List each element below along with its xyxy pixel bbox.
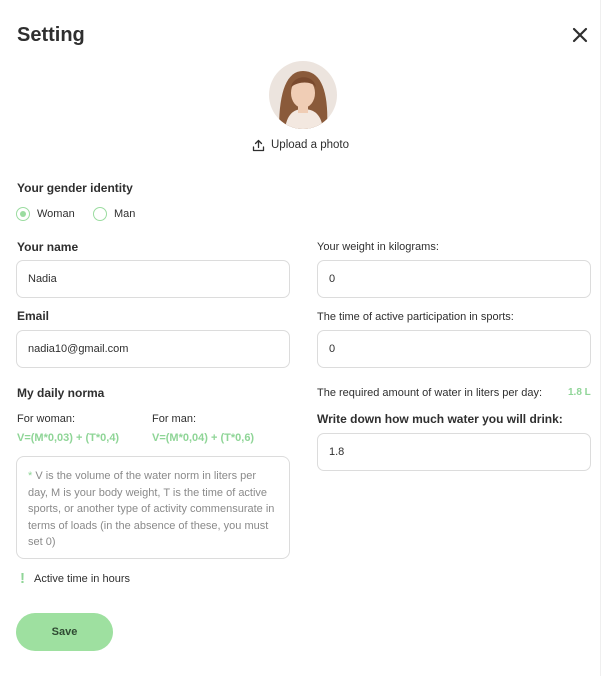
woman-formula-caption: For woman: [17, 413, 76, 425]
drink-label: Write down how much water you will drink… [317, 412, 563, 426]
man-formula: V=(M*0,04) + (T*0,6) [152, 432, 255, 444]
email-label: Email [17, 309, 50, 323]
sport-time-field[interactable] [317, 330, 591, 368]
scrollbar-track[interactable] [600, 0, 601, 676]
sport-time-label: The time of active participation in spor… [317, 311, 514, 323]
radio-woman[interactable]: Woman [16, 207, 75, 221]
name-label: Your name [17, 240, 79, 254]
note-asterisk: * [28, 470, 33, 482]
radio-man[interactable]: Man [93, 207, 135, 221]
woman-formula: V=(M*0,03) + (T*0,4) [17, 432, 120, 444]
note-text: V is the volume of the water norm in lit… [28, 470, 275, 548]
exclamation-icon: ! [20, 570, 25, 587]
required-water-value: 1.8 L [568, 387, 591, 398]
name-field[interactable] [16, 260, 290, 298]
weight-field[interactable] [317, 260, 591, 298]
email-field[interactable] [16, 330, 290, 368]
upload-photo-button[interactable]: Upload a photo [252, 136, 349, 154]
daily-norma-label: My daily norma [17, 386, 105, 400]
active-time-hint: ! Active time in hours [20, 570, 130, 587]
close-icon[interactable] [570, 25, 590, 45]
radio-woman-label: Woman [37, 208, 75, 220]
avatar [269, 61, 337, 129]
weight-label: Your weight in kilograms: [317, 241, 439, 253]
hint-text: Active time in hours [34, 572, 130, 585]
drink-field[interactable] [317, 433, 591, 471]
radio-man-label: Man [114, 208, 136, 220]
save-button[interactable]: Save [16, 613, 113, 651]
radio-woman-indicator[interactable] [16, 207, 30, 221]
radio-man-indicator[interactable] [93, 207, 107, 221]
gender-label: Your gender identity [17, 181, 133, 195]
required-water-label: The required amount of water in liters p… [317, 387, 543, 399]
formula-note: * V is the volume of the water norm in l… [16, 456, 290, 559]
upload-icon [252, 139, 265, 151]
man-formula-caption: For man: [152, 413, 197, 425]
upload-photo-label: Upload a photo [271, 139, 350, 151]
page-title: Setting [17, 24, 85, 46]
